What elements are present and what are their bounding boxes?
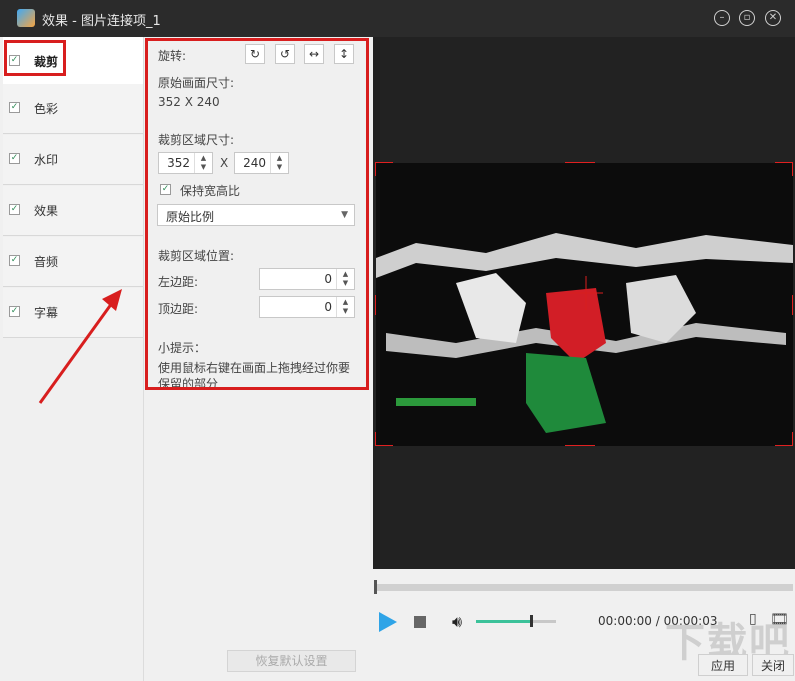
annotation-arrow [38, 289, 122, 404]
window-title: 效果 - 图片连接项_1 [42, 14, 161, 29]
sidebar-item-effect[interactable]: ✓ 效果 [3, 186, 143, 236]
volume-slider-fill [476, 620, 533, 623]
sidebar-item-label: 音频 [34, 255, 59, 269]
crop-corner-marker[interactable] [375, 432, 376, 446]
checkbox-audio[interactable]: ✓ [9, 255, 20, 266]
crop-edge-marker[interactable] [792, 295, 793, 315]
play-icon[interactable] [379, 612, 397, 632]
sidebar-item-audio[interactable]: ✓ 音频 [3, 237, 143, 287]
checkbox-watermark[interactable]: ✓ [9, 153, 20, 164]
crop-edge-marker[interactable] [375, 295, 376, 315]
stop-icon[interactable] [414, 616, 426, 628]
close-button[interactable]: 关闭 [752, 654, 794, 676]
sidebar-item-watermark[interactable]: ✓ 水印 [3, 135, 143, 185]
title-bar: 效果 - 图片连接项_1 – ▫ ✕ [0, 0, 795, 37]
sidebar-item-label: 色彩 [34, 102, 59, 116]
sidebar-item-label: 水印 [34, 153, 59, 167]
volume-icon[interactable]: 🔊︎ [452, 612, 462, 632]
crop-corner-marker[interactable] [775, 445, 793, 446]
reset-defaults-button[interactable]: 恢复默认设置 [227, 650, 356, 672]
crop-corner-marker[interactable] [792, 432, 793, 446]
sidebar-item-color[interactable]: ✓ 色彩 [3, 84, 143, 134]
volume-handle[interactable] [530, 615, 533, 627]
crop-corner-marker[interactable] [775, 162, 793, 163]
apply-button[interactable]: 应用 [698, 654, 748, 676]
highlight-box-settings [145, 38, 369, 390]
crop-corner-marker[interactable] [792, 162, 793, 176]
close-icon[interactable]: ✕ [765, 10, 781, 26]
checkbox-effect[interactable]: ✓ [9, 204, 20, 215]
highlight-box-sidebar [4, 40, 66, 76]
crop-corner-marker[interactable] [375, 445, 393, 446]
crop-corner-marker[interactable] [375, 162, 376, 176]
video-frame[interactable] [376, 163, 793, 446]
checkbox-color[interactable]: ✓ [9, 102, 20, 113]
sidebar-item-label: 效果 [34, 204, 59, 218]
progress-bar[interactable] [374, 584, 793, 591]
minimize-icon[interactable]: – [714, 10, 730, 26]
crop-edge-marker[interactable] [565, 445, 595, 446]
video-content-image [376, 163, 793, 446]
crop-edge-marker[interactable] [565, 162, 595, 163]
progress-handle[interactable] [374, 580, 377, 594]
crop-corner-marker[interactable] [375, 162, 393, 163]
checkbox-subtitle[interactable]: ✓ [9, 306, 20, 317]
maximize-icon[interactable]: ▫ [739, 10, 755, 26]
app-icon [17, 9, 35, 27]
